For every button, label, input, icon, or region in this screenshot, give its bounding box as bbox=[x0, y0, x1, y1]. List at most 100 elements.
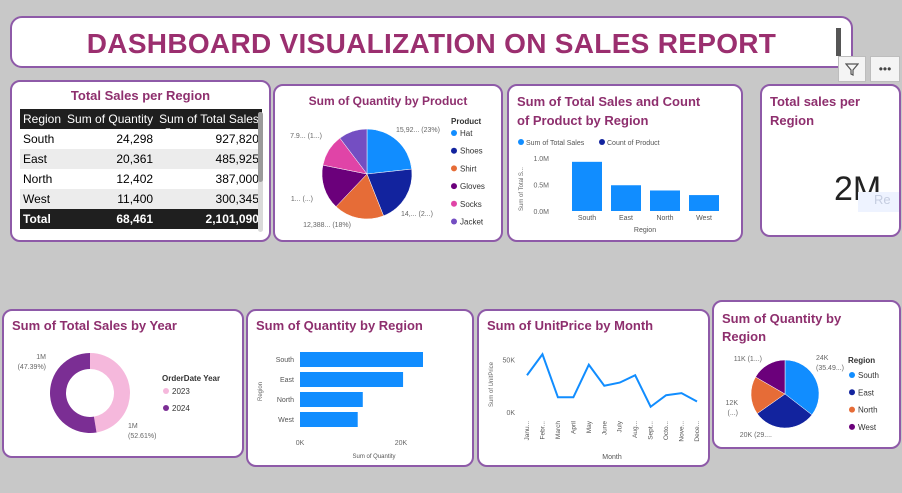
pie-chart-quantity-by-product[interactable]: 15,92... (23%) 14,... (2...) 12,388... (18… bbox=[275, 86, 503, 242]
tick-label: 50K bbox=[503, 358, 516, 365]
data-label: 11K (1...) bbox=[734, 356, 762, 363]
line-chart-unitprice-by-month[interactable]: 50K 0K Sum of UnitPrice Janu... Febr... March… bbox=[479, 311, 710, 467]
tick-label: Aug... bbox=[632, 421, 639, 438]
axis-label: Region bbox=[634, 227, 656, 234]
legend-label: Count of Product bbox=[607, 140, 660, 147]
tick-label: 1.0M bbox=[533, 156, 549, 163]
legend-label: Socks bbox=[460, 200, 482, 209]
data-label: 1M bbox=[36, 354, 46, 361]
data-label: 24K bbox=[816, 355, 829, 362]
more-icon: ••• bbox=[878, 62, 892, 76]
legend-label: West bbox=[858, 423, 877, 432]
legend-label: Sum of Total Sales bbox=[526, 140, 585, 147]
table-row[interactable]: East 20,361 485,925 bbox=[20, 149, 262, 169]
legend-label: Jacket bbox=[460, 218, 484, 227]
tick-label: May bbox=[586, 420, 593, 433]
table-cell: 300,345 bbox=[156, 189, 262, 209]
tick-label: Dece... bbox=[694, 421, 701, 442]
column-header-quantity[interactable]: Sum of Quantity bbox=[64, 109, 157, 129]
kpi-card-total-sales[interactable]: Total sales per Region 2M Re bbox=[760, 84, 901, 237]
legend-marker bbox=[849, 423, 855, 430]
bar bbox=[650, 190, 680, 211]
card-title: Total sales per Region bbox=[770, 92, 860, 130]
pie-chart-quantity-by-region[interactable]: 11K (1...) 24K (35.49...) 12K (...) 20K (29..… bbox=[714, 302, 901, 449]
axis-label: Sum of Quantity bbox=[352, 454, 395, 460]
tick-label: Febr... bbox=[539, 421, 546, 440]
table-cell: East bbox=[20, 149, 65, 169]
legend-marker bbox=[849, 372, 855, 378]
chart-card-unitprice-by-month[interactable]: Sum of UnitPrice by Month 50K 0K Sum of Un… bbox=[477, 309, 710, 467]
data-label: 20K (29.... bbox=[740, 432, 772, 439]
legend-label: Gloves bbox=[460, 182, 485, 191]
chart-card-quantity-by-region[interactable]: Sum of Quantity by Region South East North… bbox=[246, 309, 474, 467]
data-label: 1M bbox=[128, 423, 138, 430]
card-title-line: Total sales per bbox=[770, 94, 861, 109]
legend-marker bbox=[518, 139, 524, 145]
data-label: 14,... (2...) bbox=[401, 211, 433, 218]
bar bbox=[300, 412, 358, 427]
legend-title: Product bbox=[451, 117, 482, 126]
tick-label: Sept... bbox=[648, 421, 655, 440]
tick-label: South bbox=[578, 215, 596, 222]
tick-label: 0.0M bbox=[533, 209, 549, 216]
chart-card-sales-count-by-region[interactable]: Sum of Total Sales and Count of Product … bbox=[507, 84, 743, 242]
table-scrollbar-thumb[interactable] bbox=[258, 112, 263, 182]
header-scrollbar[interactable] bbox=[836, 28, 841, 56]
table-cell: West bbox=[20, 189, 65, 209]
bar bbox=[611, 185, 641, 211]
tick-label: East bbox=[619, 215, 633, 222]
tick-label: East bbox=[280, 377, 294, 384]
chart-card-sales-by-year[interactable]: Sum of Total Sales by Year 1M (47.39%) 1M(… bbox=[2, 309, 244, 458]
bar bbox=[689, 195, 719, 211]
table-cell: 68,461 bbox=[64, 209, 157, 229]
data-label: (47.39%) bbox=[18, 364, 46, 371]
tick-label: South bbox=[276, 357, 294, 364]
filter-button[interactable] bbox=[838, 56, 866, 82]
more-options-button[interactable]: ••• bbox=[870, 56, 900, 82]
donut-slice bbox=[49, 353, 97, 433]
legend-title: Region bbox=[848, 356, 875, 365]
table-scrollbar[interactable] bbox=[258, 112, 263, 232]
card-title: Total Sales per Region bbox=[70, 88, 211, 103]
legend-marker bbox=[451, 147, 457, 154]
table-card-total-sales-per-region[interactable]: Total Sales per Region Region Sum of Qua… bbox=[10, 80, 271, 242]
bar bbox=[300, 352, 423, 367]
table-cell: South bbox=[23, 132, 55, 146]
legend-marker bbox=[451, 218, 457, 225]
table-row[interactable]: South 24,298 927,820 bbox=[20, 129, 262, 149]
table-cell: 24,298 bbox=[116, 132, 154, 146]
bar-chart-quantity-by-region[interactable]: SouthEastNorthWestRegion0K 20KSum of Quan… bbox=[248, 311, 474, 467]
table-cell: Total bbox=[20, 209, 65, 229]
bar bbox=[300, 372, 404, 387]
data-label: 1... (...) bbox=[291, 196, 313, 203]
chart-card-quantity-by-product[interactable]: Sum of Quantity by Product 15,92... (23%… bbox=[273, 84, 503, 242]
tick-label: March bbox=[555, 421, 562, 439]
data-label: (52.61%) bbox=[128, 433, 156, 440]
table-row[interactable]: North 12,402 387,000 bbox=[20, 169, 262, 189]
donut-chart-sales-by-year[interactable]: 1M (47.39%) 1M (52.61%) OrderDate Year 2023 20… bbox=[4, 311, 244, 458]
axis-label: Sum of UnitPrice bbox=[489, 361, 495, 407]
bar-chart-sales-count-by-region[interactable]: Sum of Total Sales Count of Product 1.0M 0.… bbox=[509, 86, 743, 242]
data-label: 15,92... (23%) bbox=[396, 127, 440, 134]
column-header-total-sales[interactable]: Sum of Total Sales bbox=[156, 109, 262, 129]
chart-card-quantity-by-region-pie[interactable]: Sum of Quantity by Region 11K (1...) 24K(… bbox=[712, 300, 901, 449]
axis-label: Month bbox=[602, 454, 622, 461]
column-header-region[interactable]: Region bbox=[20, 109, 65, 129]
legend-marker bbox=[599, 139, 605, 145]
tick-label: Nove... bbox=[679, 421, 686, 442]
tick-label: Janu... bbox=[524, 421, 531, 441]
legend-marker bbox=[451, 183, 457, 190]
data-label: 12K bbox=[726, 400, 739, 407]
table-cell: 11,400 bbox=[64, 189, 157, 209]
sort-descending-icon[interactable]: ▼ bbox=[164, 126, 172, 135]
legend-label: North bbox=[858, 406, 878, 415]
kpi-ghost-text: Re bbox=[858, 192, 899, 212]
tick-label: Octo... bbox=[663, 421, 670, 440]
donut-slice bbox=[90, 353, 130, 433]
table-row[interactable]: West 11,400 300,345 bbox=[20, 189, 262, 209]
tick-label: West bbox=[696, 215, 712, 222]
legend-label: 2023 bbox=[172, 387, 190, 396]
card-title-line: Region bbox=[770, 113, 815, 128]
table-cell: 387,000 bbox=[215, 172, 259, 186]
tick-label: July bbox=[617, 420, 624, 432]
